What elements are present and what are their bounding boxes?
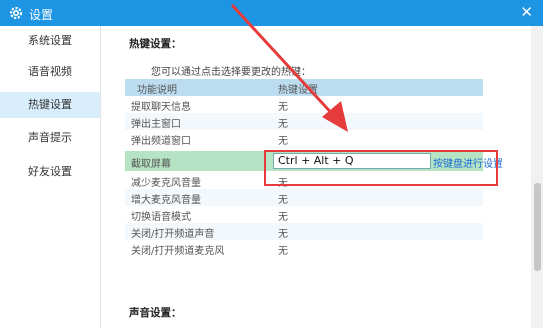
table-row[interactable]: 弹出主窗口 无 bbox=[125, 113, 483, 130]
table-row[interactable]: 关闭/打开频道麦克风 无 bbox=[125, 240, 483, 257]
row-hotkey: 无 bbox=[278, 212, 288, 223]
row-hotkey: 无 bbox=[278, 119, 288, 130]
sidebar-item-hotkeys[interactable]: 热键设置 bbox=[0, 92, 100, 118]
sidebar-item-label: 声音提示 bbox=[28, 131, 72, 144]
table-row[interactable]: 弹出频道窗口 无 bbox=[125, 130, 483, 147]
highlight-box bbox=[264, 150, 498, 186]
sidebar-item-label: 热键设置 bbox=[28, 98, 72, 111]
table-row[interactable]: 关闭/打开频道声音 无 bbox=[125, 223, 483, 240]
row-hotkey: 无 bbox=[278, 246, 288, 257]
row-function: 弹出主窗口 bbox=[131, 119, 181, 130]
row-function: 截取屏幕 bbox=[131, 159, 171, 170]
table-header: 功能说明 热键设置 bbox=[125, 79, 483, 96]
gear-icon bbox=[9, 6, 23, 20]
hotkeys-heading: 热键设置： bbox=[129, 38, 182, 50]
row-hotkey: 无 bbox=[278, 195, 288, 206]
row-hotkey: 无 bbox=[278, 229, 288, 240]
settings-sidebar: 系统设置 语音视频 热键设置 声音提示 好友设置 bbox=[0, 26, 101, 328]
close-icon[interactable]: ✕ bbox=[520, 4, 533, 20]
sidebar-item-label: 系统设置 bbox=[28, 34, 72, 47]
sidebar-item-sound[interactable]: 声音提示 bbox=[0, 125, 100, 151]
row-function: 增大麦克风音量 bbox=[131, 195, 201, 206]
sidebar-item-label: 好友设置 bbox=[28, 165, 72, 178]
table-row[interactable]: 提取聊天信息 无 bbox=[125, 96, 483, 113]
sidebar-item-label: 语音视频 bbox=[28, 65, 72, 78]
column-header-function: 功能说明 bbox=[137, 85, 177, 96]
sidebar-item-system[interactable]: 系统设置 bbox=[0, 28, 100, 54]
scrollbar-track[interactable] bbox=[531, 26, 543, 328]
column-header-hotkey: 热键设置 bbox=[278, 85, 318, 96]
sidebar-item-voice-video[interactable]: 语音视频 bbox=[0, 59, 100, 85]
row-function: 提取聊天信息 bbox=[131, 102, 191, 113]
row-function: 减少麦克风音量 bbox=[131, 178, 201, 189]
row-function: 弹出频道窗口 bbox=[131, 136, 191, 147]
sound-heading: 声音设置： bbox=[129, 307, 182, 319]
scrollbar-thumb[interactable] bbox=[534, 183, 541, 271]
window-title: 设置 bbox=[29, 8, 54, 22]
row-function: 关闭/打开频道声音 bbox=[131, 229, 215, 240]
row-function: 切换语音模式 bbox=[131, 212, 191, 223]
row-hotkey: 无 bbox=[278, 102, 288, 113]
row-function: 关闭/打开频道麦克风 bbox=[131, 246, 225, 257]
sidebar-item-friends[interactable]: 好友设置 bbox=[0, 159, 100, 185]
row-hotkey: 无 bbox=[278, 136, 288, 147]
hotkeys-note: 您可以通过点击选择要更改的热键： bbox=[151, 67, 311, 78]
table-row[interactable]: 增大麦克风音量 无 bbox=[125, 189, 483, 206]
table-row[interactable]: 切换语音模式 无 bbox=[125, 206, 483, 223]
title-bar: 设置 ✕ bbox=[0, 0, 543, 26]
